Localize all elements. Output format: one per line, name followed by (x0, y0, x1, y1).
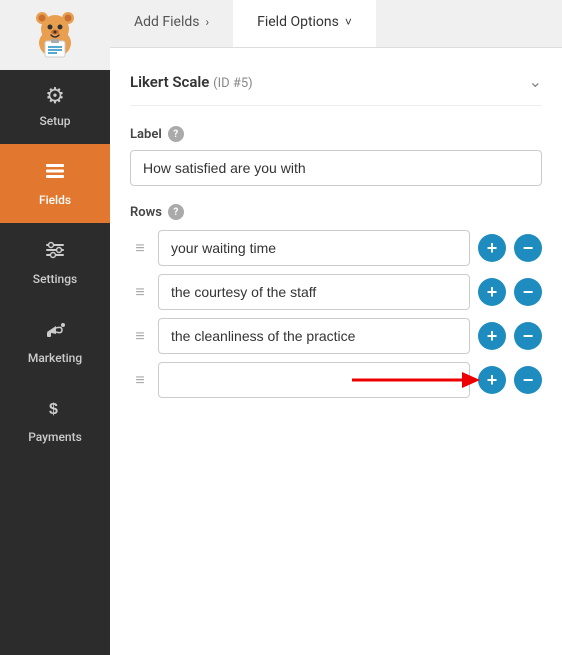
row-item-4: ≡ + − (130, 362, 542, 398)
tab-field-options[interactable]: Field Options ˅ (233, 0, 376, 47)
row-input-3[interactable] (158, 318, 470, 354)
label-field-label: Label ? (130, 126, 542, 142)
svg-text:$: $ (49, 401, 58, 418)
remove-row-button-2[interactable]: − (514, 278, 542, 306)
label-input[interactable] (130, 150, 542, 186)
sidebar: ⚙ Setup Fields Settings (0, 0, 110, 655)
payments-icon: $ (44, 397, 66, 424)
rows-text: Rows (130, 205, 162, 220)
sidebar-item-marketing[interactable]: Marketing (0, 302, 110, 381)
drag-handle-icon[interactable]: ≡ (130, 238, 150, 258)
add-row-button-3[interactable]: + (478, 322, 506, 350)
drag-handle-icon[interactable]: ≡ (130, 282, 150, 302)
field-options-panel: Likert Scale (ID #5) ⌄ Label ? Rows ? ≡ (110, 48, 562, 655)
sidebar-item-settings[interactable]: Settings (0, 223, 110, 302)
row-input-1[interactable] (158, 230, 470, 266)
label-text: Label (130, 127, 162, 142)
row-input-2[interactable] (158, 274, 470, 310)
sidebar-item-marketing-label: Marketing (28, 351, 82, 365)
field-title: Likert Scale (ID #5) (130, 73, 253, 91)
sidebar-item-setup-label: Setup (39, 114, 70, 128)
sidebar-item-setup[interactable]: ⚙ Setup (0, 70, 110, 144)
tab-field-options-arrow: ˅ (345, 15, 352, 29)
rows-help-icon[interactable]: ? (168, 204, 184, 220)
drag-handle-icon[interactable]: ≡ (130, 326, 150, 346)
tab-add-fields[interactable]: Add Fields › (110, 0, 233, 47)
tab-field-options-label: Field Options (257, 14, 339, 30)
field-title-row: Likert Scale (ID #5) ⌄ (130, 72, 542, 106)
add-row-button-4[interactable]: + (478, 366, 506, 394)
label-group: Label ? (130, 126, 542, 186)
sidebar-item-fields-label: Fields (39, 193, 71, 207)
fields-icon (44, 160, 66, 187)
rows-group: Rows ? ≡ + − ≡ + − ≡ + − (130, 204, 542, 398)
gear-icon: ⚙ (45, 86, 65, 108)
remove-row-button-3[interactable]: − (514, 322, 542, 350)
drag-handle-icon[interactable]: ≡ (130, 370, 150, 390)
sidebar-item-payments-label: Payments (28, 430, 82, 444)
row-input-4[interactable] (158, 362, 470, 398)
tab-add-fields-arrow: › (206, 15, 210, 29)
remove-row-button-1[interactable]: − (514, 234, 542, 262)
logo-area (0, 0, 110, 70)
field-id-label: (ID #5) (213, 76, 253, 91)
add-row-button-2[interactable]: + (478, 278, 506, 306)
tab-add-fields-label: Add Fields (134, 14, 200, 30)
settings-icon (44, 239, 66, 266)
row-item-3: ≡ + − (130, 318, 542, 354)
tabs-bar: Add Fields › Field Options ˅ (110, 0, 562, 48)
rows-label: Rows ? (130, 204, 542, 220)
logo-bear-icon (29, 9, 81, 61)
row-item-1: ≡ + − (130, 230, 542, 266)
sidebar-item-fields[interactable]: Fields (0, 144, 110, 223)
chevron-down-icon[interactable]: ⌄ (529, 72, 542, 91)
field-type-name: Likert Scale (130, 73, 209, 91)
remove-row-button-4[interactable]: − (514, 366, 542, 394)
sidebar-item-payments[interactable]: $ Payments (0, 381, 110, 460)
sidebar-item-settings-label: Settings (33, 272, 77, 286)
add-row-button-1[interactable]: + (478, 234, 506, 262)
marketing-icon (44, 318, 66, 345)
main-content: Add Fields › Field Options ˅ Likert Scal… (110, 0, 562, 655)
row-item-2: ≡ + − (130, 274, 542, 310)
label-help-icon[interactable]: ? (168, 126, 184, 142)
